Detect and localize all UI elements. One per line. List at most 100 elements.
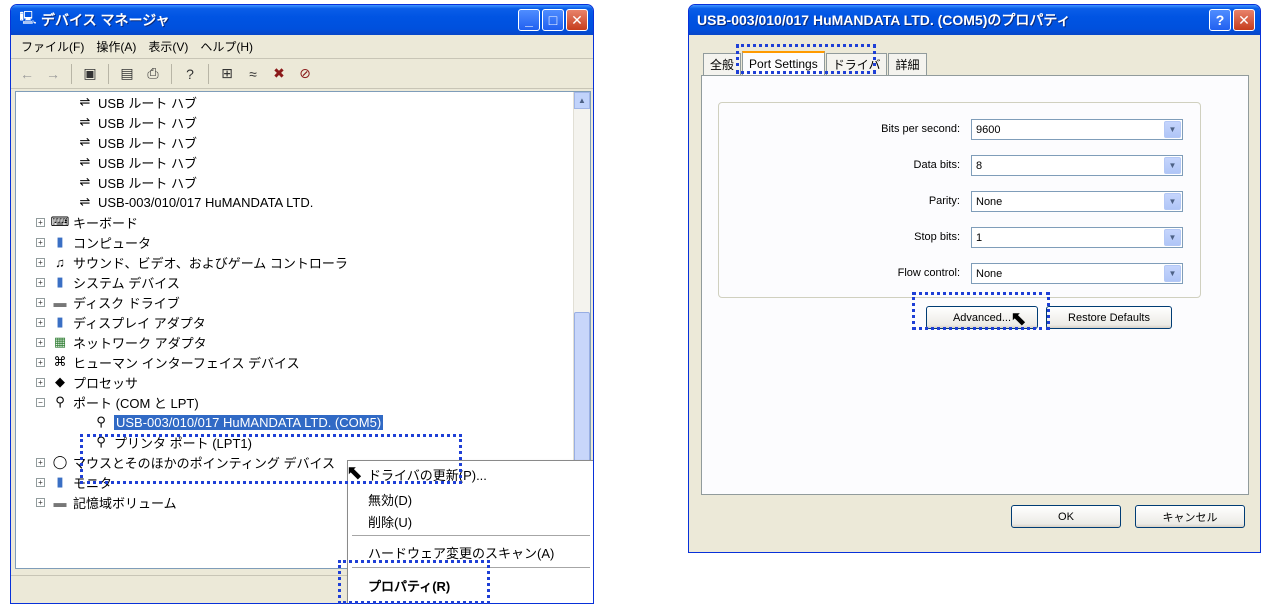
tree-category-system[interactable]: + ▮ システム デバイス [36, 272, 180, 292]
expand-icon[interactable]: + [36, 297, 45, 307]
tab-details[interactable]: 詳細 [888, 53, 927, 75]
uninstall-icon[interactable]: ✖ [267, 63, 291, 85]
toolbar-separator [71, 63, 72, 84]
tree-category-computer[interactable]: + ▮ コンピュータ [36, 232, 151, 252]
usb-icon: ⇌ [79, 154, 91, 169]
mouse-cursor-icon: ⬉ [1010, 308, 1027, 330]
usb-icon: ⇌ [79, 194, 91, 209]
maximize-button[interactable]: □ [542, 9, 564, 31]
hid-icon: ⌘ [53, 354, 67, 369]
tree-item-usb-hub[interactable]: ⇌ USB ルート ハブ [76, 112, 197, 132]
expand-icon[interactable]: + [36, 477, 45, 487]
port-icon: ⚲ [55, 394, 65, 409]
tree-item-com5[interactable]: ⚲ USB-003/010/017 HuMANDATA LTD. (COM5) [92, 412, 384, 432]
computer-icon: 🖳 [19, 10, 37, 25]
expand-icon[interactable]: + [36, 337, 45, 347]
back-arrow-icon[interactable]: ← [15, 63, 39, 85]
stop-bits-combo[interactable]: 1 ▼ [971, 227, 1183, 248]
toolbar-separator [208, 63, 209, 84]
keyboard-icon: ⌨ [50, 214, 70, 229]
flow-control-combo[interactable]: None ▼ [971, 263, 1183, 284]
tree-item-usb-hub[interactable]: ⇌ USB ルート ハブ [76, 132, 197, 152]
highlight-frame-properties [338, 560, 490, 604]
window-title: デバイス マネージャ [41, 12, 170, 28]
parity-label: Parity: [928, 195, 960, 207]
chevron-down-icon[interactable]: ▼ [1164, 229, 1181, 246]
tree-item-label: ディスク ドライブ [73, 295, 180, 311]
tree-category-keyboard[interactable]: + ⌨ キーボード [36, 212, 138, 232]
toolbar-separator [108, 63, 109, 84]
tree-category-disk[interactable]: + ▬ ディスク ドライブ [36, 292, 180, 312]
expand-icon[interactable]: + [36, 277, 45, 287]
tree-item-usb-hub[interactable]: ⇌ USB ルート ハブ [76, 172, 197, 192]
menu-help[interactable]: ヘルプ(H) [194, 38, 259, 55]
menu-view[interactable]: 表示(V) [142, 38, 194, 55]
forward-arrow-icon[interactable]: → [41, 63, 65, 85]
update-driver-icon[interactable]: ≈ [241, 63, 265, 85]
properties-icon[interactable]: ▤ [115, 63, 139, 85]
expand-icon[interactable]: + [36, 217, 45, 227]
tree-item-label-selected: USB-003/010/017 HuMANDATA LTD. (COM5) [114, 414, 384, 430]
parity-combo[interactable]: None ▼ [971, 191, 1183, 212]
scan-hardware-icon[interactable]: ⊞ [215, 63, 239, 85]
expand-icon[interactable]: + [36, 357, 45, 367]
processor-icon: ◆ [55, 374, 65, 389]
data-bits-combo[interactable]: 8 ▼ [971, 155, 1183, 176]
tree-item-label: コンピュータ [73, 235, 152, 251]
expand-icon[interactable]: + [36, 317, 45, 327]
chevron-down-icon[interactable]: ▼ [1164, 157, 1181, 174]
expand-icon[interactable]: + [36, 377, 45, 387]
tree-item-label: USB ルート ハブ [98, 155, 197, 171]
port-settings-panel: Bits per second: 9600 ▼ Data bits: 8 ▼ P… [701, 75, 1249, 495]
tree-item-usb-device[interactable]: ⇌ USB-003/010/017 HuMANDATA LTD. [76, 192, 314, 212]
menu-file[interactable]: ファイル(F) [15, 38, 90, 55]
highlight-frame-com5 [80, 434, 462, 484]
highlight-frame-advanced [912, 292, 1050, 330]
close-button[interactable]: ✕ [566, 9, 588, 31]
monitor-icon: ▮ [56, 314, 64, 329]
menu-item-uninstall[interactable]: 削除(U) [348, 510, 593, 532]
cancel-button[interactable]: キャンセル [1135, 505, 1245, 528]
collapse-icon[interactable]: − [36, 397, 45, 407]
expand-icon[interactable]: + [36, 257, 45, 267]
tree-category-volumes[interactable]: + ▬ 記憶域ボリューム [36, 492, 177, 512]
toolbar: ← → ▣ ▤ ⎙ ? ⊞ ≈ ✖ ⊘ [11, 59, 593, 89]
chevron-down-icon[interactable]: ▼ [1164, 121, 1181, 138]
tree-category-display[interactable]: + ▮ ディスプレイ アダプタ [36, 312, 206, 332]
tree-category-network[interactable]: + ▦ ネットワーク アダプタ [36, 332, 207, 352]
tree-item-label: USB ルート ハブ [98, 135, 197, 151]
computer-icon: ▮ [56, 274, 64, 289]
tree-category-processor[interactable]: + ◆ プロセッサ [36, 372, 138, 392]
combo-value: None [976, 267, 1003, 280]
expand-icon[interactable]: + [36, 457, 45, 467]
restore-defaults-button[interactable]: Restore Defaults [1046, 306, 1172, 329]
tree-item-usb-hub[interactable]: ⇌ USB ルート ハブ [76, 152, 197, 172]
help-icon[interactable]: ? [178, 63, 202, 85]
tree-item-usb-hub[interactable]: ⇌ USB ルート ハブ [76, 92, 197, 112]
menu-action[interactable]: 操作(A) [90, 38, 142, 55]
monitor-icon: ▮ [56, 474, 64, 489]
minimize-button[interactable]: _ [518, 9, 540, 31]
chevron-down-icon[interactable]: ▼ [1164, 193, 1181, 210]
bits-per-second-combo[interactable]: 9600 ▼ [971, 119, 1183, 140]
ok-button[interactable]: OK [1011, 505, 1121, 528]
usb-icon: ⇌ [79, 94, 91, 109]
close-button[interactable]: ✕ [1233, 9, 1255, 31]
expand-icon[interactable]: + [36, 497, 45, 507]
tree-category-hid[interactable]: + ⌘ ヒューマン インターフェイス デバイス [36, 352, 300, 372]
expand-icon[interactable]: + [36, 237, 45, 247]
tree-category-ports[interactable]: − ⚲ ポート (COM と LPT) [36, 392, 199, 412]
menu-item-disable[interactable]: 無効(D) [348, 488, 593, 510]
chevron-down-icon[interactable]: ▼ [1164, 265, 1181, 282]
scroll-up-icon[interactable]: ▲ [574, 92, 590, 109]
disable-icon[interactable]: ⊘ [293, 63, 317, 85]
tree-category-sound[interactable]: + ♫ サウンド、ビデオ、およびゲーム コントローラ [36, 252, 348, 272]
properties-titlebar[interactable]: USB-003/010/017 HuMANDATA LTD. (COM5)のプロ… [689, 5, 1260, 35]
flow-control-label: Flow control: [897, 267, 960, 279]
console-tree-icon[interactable]: ▣ [78, 63, 102, 85]
help-button[interactable]: ? [1209, 9, 1231, 31]
device-manager-titlebar[interactable]: 🖳 デバイス マネージャ _ □ ✕ [11, 5, 593, 35]
print-icon[interactable]: ⎙ [141, 63, 165, 85]
tree-item-label: キーボード [73, 215, 139, 231]
tree-item-label: USB-003/010/017 HuMANDATA LTD. [98, 194, 314, 210]
